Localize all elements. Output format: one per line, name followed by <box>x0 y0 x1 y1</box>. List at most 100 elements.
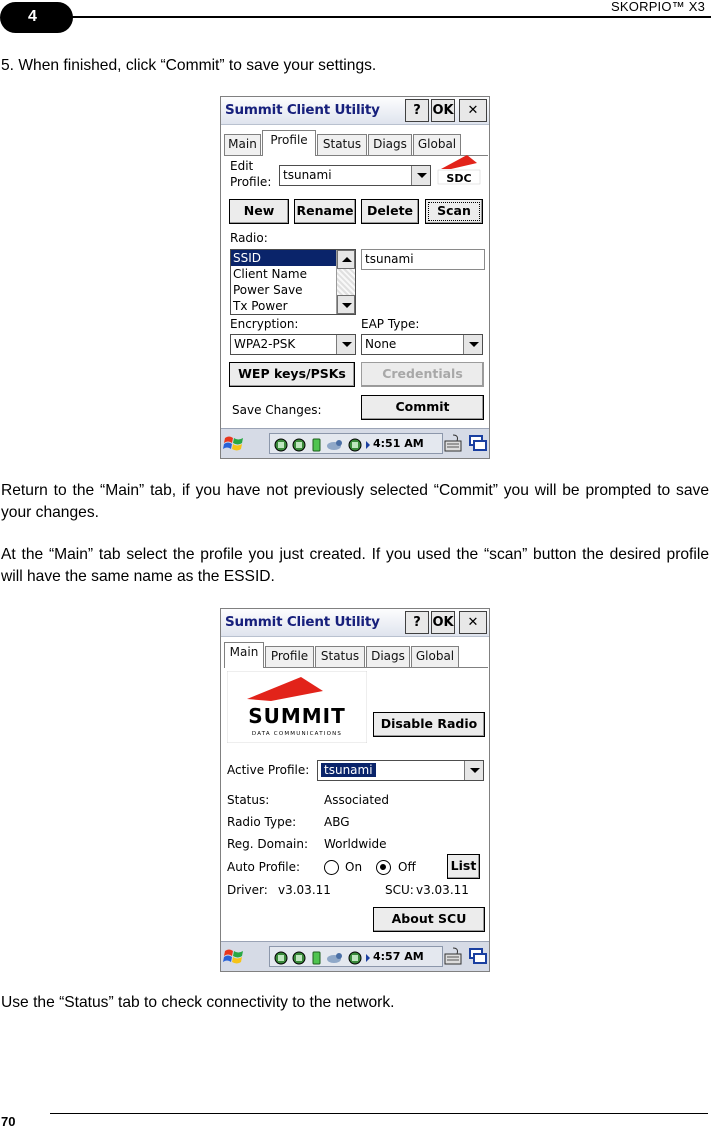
status-value: Associated <box>324 793 390 807</box>
ok-button[interactable]: OK <box>431 611 455 634</box>
active-profile-dropdown[interactable]: tsunami <box>317 760 484 781</box>
expand-right-icon[interactable] <box>364 951 372 965</box>
auto-profile-label: Auto Profile: <box>227 860 301 874</box>
radio-settings-list[interactable]: SSID Client Name Power Save Tx Power <box>230 249 356 315</box>
tab-diags[interactable]: Diags <box>368 134 412 155</box>
title-bar: Summit Client Utility ? OK ✕ <box>221 609 489 637</box>
new-button[interactable]: New <box>229 199 289 224</box>
status-label: Status: <box>227 793 270 807</box>
rename-button[interactable]: Rename <box>294 199 356 224</box>
radio-type-value: ABG <box>324 815 350 829</box>
system-tray: 4:51 AM <box>269 433 443 454</box>
taskbar: 4:57 AM <box>221 941 489 971</box>
tab-main[interactable]: Main <box>224 642 264 668</box>
auto-profile-off-radio[interactable] <box>376 860 391 875</box>
chevron-down-icon[interactable] <box>336 335 355 354</box>
keyboard-icon[interactable] <box>443 433 463 453</box>
auto-profile-on-label: On <box>345 860 363 874</box>
help-button[interactable]: ? <box>405 611 429 634</box>
summit-logo-word: SUMMIT <box>248 704 346 728</box>
help-button[interactable]: ? <box>405 99 429 122</box>
running-header: SKORPIO™ X3 <box>611 0 705 14</box>
summit-logo: SUMMIT DATA COMMUNICATIONS <box>227 671 367 743</box>
step-5-text: 5. When finished, click “Commit” to save… <box>1 57 377 74</box>
encryption-dropdown[interactable]: WPA2-PSK <box>230 334 356 355</box>
chevron-down-icon[interactable] <box>463 335 482 354</box>
profile-label: Profile: <box>230 175 272 189</box>
auto-profile-off-label: Off <box>398 860 416 874</box>
close-button[interactable]: ✕ <box>459 611 487 634</box>
clock: 4:57 AM <box>373 950 424 963</box>
driver-label: Driver: <box>227 883 268 897</box>
ok-button[interactable]: OK <box>431 99 455 122</box>
wireless-icon[interactable] <box>292 438 306 452</box>
network-icon[interactable] <box>274 951 288 965</box>
scrollbar[interactable] <box>336 250 355 314</box>
scroll-down-icon[interactable] <box>337 295 355 314</box>
connection-icon[interactable] <box>348 951 362 965</box>
tab-profile[interactable]: Profile <box>262 130 316 156</box>
page-number: 70 <box>1 1114 16 1128</box>
status-tab-paragraph: Use the “Status” tab to check connectivi… <box>1 994 395 1011</box>
battery-icon[interactable] <box>312 951 321 965</box>
close-button[interactable]: ✕ <box>459 99 487 122</box>
connection-icon[interactable] <box>348 438 362 452</box>
windows-start-icon[interactable] <box>223 432 245 454</box>
radio-value-field[interactable]: tsunami <box>361 249 485 270</box>
scroll-up-icon[interactable] <box>337 250 355 269</box>
about-scu-button[interactable]: About SCU <box>373 907 485 932</box>
scu-value: v3.03.11 <box>416 883 469 897</box>
window-title: Summit Client Utility <box>225 614 380 630</box>
tab-status[interactable]: Status <box>315 646 365 667</box>
chevron-down-icon[interactable] <box>411 166 430 185</box>
battery-icon[interactable] <box>312 438 321 452</box>
tab-strip: Main Profile Status Diags Global <box>224 130 488 156</box>
edit-profile-dropdown[interactable]: tsunami <box>279 165 431 186</box>
tab-profile[interactable]: Profile <box>265 646 314 667</box>
scu-label: SCU: <box>385 883 414 897</box>
keyboard-icon[interactable] <box>443 946 463 966</box>
wep-keys-button[interactable]: WEP keys/PSKs <box>229 362 355 387</box>
summit-logo-sub: DATA COMMUNICATIONS <box>252 731 342 737</box>
eap-type-dropdown[interactable]: None <box>361 334 483 355</box>
windows-start-icon[interactable] <box>223 945 245 967</box>
system-tray: 4:57 AM <box>269 946 443 967</box>
driver-value: v3.03.11 <box>278 883 331 897</box>
scan-button[interactable]: Scan <box>425 199 483 224</box>
tab-status[interactable]: Status <box>317 134 367 155</box>
sync-icon[interactable] <box>326 951 344 965</box>
header-rule <box>60 16 711 18</box>
title-bar: Summit Client Utility ? OK ✕ <box>221 97 489 125</box>
commit-button[interactable]: Commit <box>361 395 484 420</box>
clock: 4:51 AM <box>373 437 424 450</box>
reg-domain-label: Reg. Domain: <box>227 837 309 851</box>
task-switch-icon[interactable] <box>468 433 488 453</box>
edit-profile-value: tsunami <box>283 168 332 182</box>
chapter-number: 4 <box>28 8 37 25</box>
chevron-down-icon[interactable] <box>464 761 483 780</box>
list-button[interactable]: List <box>447 854 480 879</box>
tab-main[interactable]: Main <box>224 134 261 155</box>
footer-rule <box>50 1113 708 1114</box>
reg-domain-value: Worldwide <box>324 837 387 851</box>
sync-icon[interactable] <box>326 438 344 452</box>
eap-type-label: EAP Type: <box>361 317 420 331</box>
eap-type-value: None <box>365 337 397 351</box>
tab-global[interactable]: Global <box>411 646 459 667</box>
tab-global[interactable]: Global <box>413 134 461 155</box>
auto-profile-on-radio[interactable] <box>324 860 339 875</box>
encryption-value: WPA2-PSK <box>234 337 296 351</box>
edit-label: Edit <box>230 159 254 173</box>
network-icon[interactable] <box>274 438 288 452</box>
delete-button[interactable]: Delete <box>361 199 419 224</box>
tab-diags[interactable]: Diags <box>366 646 410 667</box>
radio-type-label: Radio Type: <box>227 815 297 829</box>
disable-radio-button[interactable]: Disable Radio <box>373 712 485 737</box>
expand-right-icon[interactable] <box>364 438 372 452</box>
window-title: Summit Client Utility <box>225 102 380 118</box>
tab-strip: Main Profile Status Diags Global <box>224 642 488 668</box>
wireless-icon[interactable] <box>292 951 306 965</box>
chapter-badge: 4 <box>0 2 73 33</box>
taskbar: 4:51 AM <box>221 428 489 458</box>
task-switch-icon[interactable] <box>468 946 488 966</box>
